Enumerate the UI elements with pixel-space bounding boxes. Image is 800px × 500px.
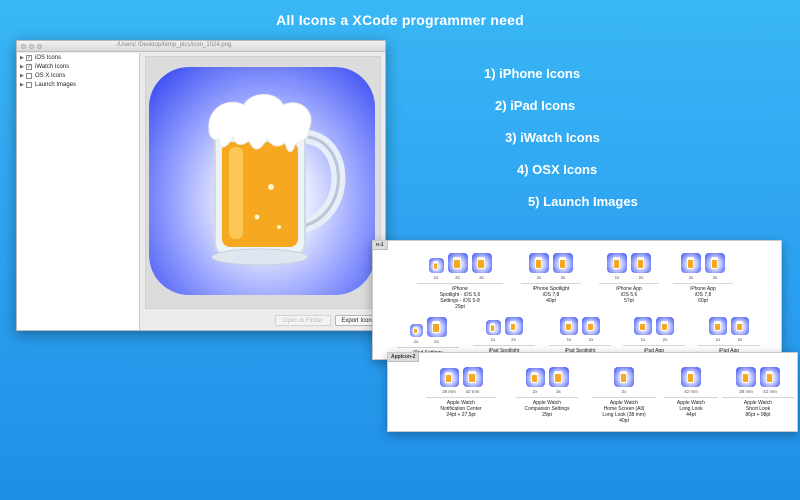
icon-group-ipad-app-1: 1x 2x iPad App xyxy=(623,317,685,354)
beer-mug-icon[interactable] xyxy=(709,317,727,335)
beer-mug-icon[interactable] xyxy=(614,367,634,387)
beer-mug-icon[interactable] xyxy=(634,317,652,335)
minimize-window-button[interactable] xyxy=(29,44,34,49)
appicon-panel-1: n-1 1x 2x 3x iPhone Spotlight - iOS 5,6 … xyxy=(372,240,782,360)
beer-mug-icon[interactable] xyxy=(525,368,545,387)
tree-item-label: Launch Images xyxy=(35,81,77,88)
headline: All Icons a XCode programmer need xyxy=(276,12,524,28)
image-preview xyxy=(145,56,381,309)
tree-item-label: iOS Icons xyxy=(35,54,62,61)
icon-group-ipad-spotlight-2: 1x 2x iPad Spotlight xyxy=(549,317,611,354)
beer-mug-icon[interactable] xyxy=(553,253,573,273)
tree-item-iwatch-icons[interactable]: ▶ ✓ iWatch Icons xyxy=(17,62,139,71)
icon-group-watch-short-look: 38 mm 42 mm Apple Watch Short Look 86pt … xyxy=(722,367,794,418)
beer-mug-icon[interactable] xyxy=(447,253,468,273)
group-caption: 40pt xyxy=(619,418,629,424)
beer-mug-icon[interactable] xyxy=(705,253,725,273)
beer-mug-icon[interactable] xyxy=(462,367,483,387)
group-caption: 29pt xyxy=(455,304,465,310)
group-caption: 29pt xyxy=(542,412,552,418)
beer-mug-icon[interactable] xyxy=(736,367,756,387)
beer-mug-icon[interactable] xyxy=(681,367,701,387)
icon-group-ipad-app-2: 1x 2x iPad App xyxy=(698,317,760,354)
app-icon-preview xyxy=(149,67,375,295)
icon-group-iphone-app-ios78: 2x 3x iPhone App iOS 7,8 60pt xyxy=(673,253,733,304)
beer-mug-icon[interactable] xyxy=(731,317,749,335)
iwatch-icons-checkbox[interactable]: ✓ xyxy=(26,63,32,70)
beer-mug-icon[interactable] xyxy=(560,317,578,335)
group-caption: 57pt xyxy=(624,298,634,304)
icon-group-watch-long-look: 42 mm Apple Watch Long Look 44pt xyxy=(664,367,718,418)
close-window-button[interactable] xyxy=(21,44,26,49)
beer-mug-icon[interactable] xyxy=(760,367,780,387)
group-caption: 60pt xyxy=(698,298,708,304)
tree-item-label: iWatch Icons xyxy=(35,63,70,70)
tree-item-label: OS X Icons xyxy=(35,72,66,79)
beer-mug-icon xyxy=(208,94,346,266)
window-title-path: /Users/ /Desktop/temp_pics/icon_1024.png xyxy=(117,42,232,48)
beer-mug-icon[interactable] xyxy=(504,317,523,335)
feature-iphone-icons: 1) iPhone Icons xyxy=(484,66,581,81)
zoom-window-button[interactable] xyxy=(37,44,42,49)
panel-tag: AppIcon-2 xyxy=(388,353,420,362)
group-caption: 44pt xyxy=(686,412,696,418)
beer-mug-icon[interactable] xyxy=(426,317,447,337)
beer-mug-icon[interactable] xyxy=(582,317,600,335)
panel-tag: n-1 xyxy=(373,241,388,250)
icon-group-watch-companion: 2x 3x Apple Watch Companion Settings 29p… xyxy=(516,367,578,418)
tree-item-launch-images[interactable]: ▶ Launch Images xyxy=(17,80,139,89)
beer-mug-icon[interactable] xyxy=(428,258,444,273)
tree-item-osx-icons[interactable]: ▶ OS X Icons xyxy=(17,71,139,80)
beer-mug-icon[interactable] xyxy=(529,253,549,273)
group-caption: 40pt xyxy=(546,298,556,304)
icon-group-iphone-app-ios56: 1x 2x iPhone App iOS 5,6 57pt xyxy=(599,253,659,304)
beer-mug-icon[interactable] xyxy=(471,253,492,273)
beer-mug-icon[interactable] xyxy=(681,253,701,273)
icon-group-watch-notification: 38 mm 42 mm Apple Watch Notification Cen… xyxy=(426,367,496,418)
icon-group-ipad-settings: 1x 2x iPad Settings xyxy=(397,317,459,356)
icon-type-tree: ▶ ✓ iOS Icons ▶ ✓ iWatch Icons ▶ OS X Ic… xyxy=(17,53,140,330)
ios-icons-checkbox[interactable]: ✓ xyxy=(26,54,32,61)
tree-item-ios-icons[interactable]: ▶ ✓ iOS Icons xyxy=(17,53,139,62)
feature-launch-images: 5) Launch Images xyxy=(528,194,638,209)
launch-images-checkbox[interactable] xyxy=(26,81,32,88)
icon-group-ipad-spotlight-1: 1x 2x iPad Spotlight xyxy=(473,317,535,354)
beer-mug-icon[interactable] xyxy=(656,317,674,335)
group-caption: 86pt + 98pt xyxy=(745,412,771,418)
group-caption: 24pt + 27,5pt xyxy=(446,412,476,418)
osx-icons-checkbox[interactable] xyxy=(26,72,32,79)
beer-mug-icon[interactable] xyxy=(485,320,501,335)
appicon-panel-2: AppIcon-2 38 mm 42 mm Apple Watch Notifi… xyxy=(387,352,798,432)
beer-mug-icon[interactable] xyxy=(439,368,459,387)
app-window: /Users/ /Desktop/temp_pics/icon_1024.png… xyxy=(16,40,386,331)
icon-group-iphone-spotlight: 2x 3x iPhone Spotlight iOS 7,8 40pt xyxy=(521,253,581,304)
beer-mug-icon[interactable] xyxy=(409,324,423,337)
feature-osx-icons: 4) OSX Icons xyxy=(517,162,598,177)
open-in-finder-button[interactable]: Open in Finder xyxy=(275,315,331,326)
feature-iwatch-icons: 3) iWatch Icons xyxy=(505,130,600,145)
title-bar: /Users/ /Desktop/temp_pics/icon_1024.png xyxy=(17,41,385,52)
beer-mug-icon[interactable] xyxy=(607,253,627,273)
beer-mug-icon[interactable] xyxy=(548,367,569,387)
beer-mug-icon[interactable] xyxy=(631,253,651,273)
icon-group-watch-home-screen: 2x Apple Watch Home Screen (All) Long Lo… xyxy=(592,367,656,424)
feature-ipad-icons: 2) iPad Icons xyxy=(495,98,576,113)
icon-group-iphone-spotlight-settings: 1x 2x 3x iPhone Spotlight - iOS 5,6 Sett… xyxy=(417,253,503,310)
